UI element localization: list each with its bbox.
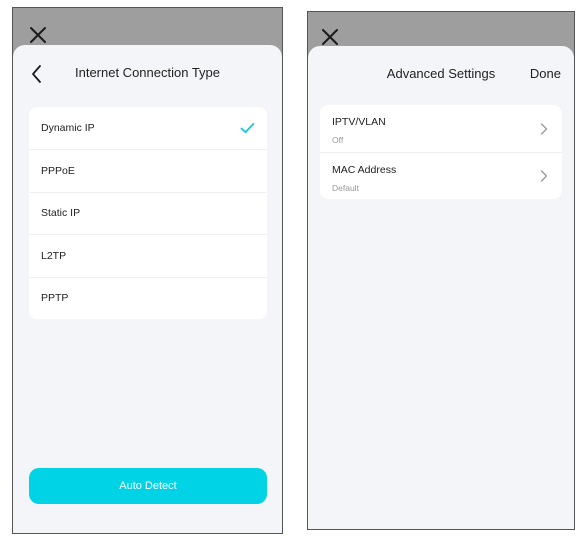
done-button[interactable]: Done xyxy=(530,66,561,81)
advanced-settings-list: IPTV/VLAN Off MAC Address Default xyxy=(320,105,562,199)
option-l2tp[interactable]: L2TP xyxy=(29,234,267,276)
option-label: PPTP xyxy=(41,292,69,305)
advanced-settings-screen: Advanced Settings Done IPTV/VLAN Off MAC… xyxy=(307,11,575,530)
checkmark-icon xyxy=(240,122,255,134)
connection-type-screen: Internet Connection Type Dynamic IP PPPo… xyxy=(12,7,283,534)
page-title: Internet Connection Type xyxy=(74,65,221,80)
item-value: Off xyxy=(332,135,344,145)
bottom-sheet: Advanced Settings Done IPTV/VLAN Off MAC… xyxy=(308,46,574,529)
chevron-right-icon xyxy=(540,122,548,135)
connection-type-list: Dynamic IP PPPoE Static IP L2TP PPTP xyxy=(29,107,267,319)
option-label: Static IP xyxy=(41,207,81,220)
item-title: IPTV/VLAN xyxy=(332,116,386,128)
item-value: Default xyxy=(332,183,359,193)
option-pptp[interactable]: PPTP xyxy=(29,276,267,319)
option-static-ip[interactable]: Static IP xyxy=(29,191,267,234)
item-title: MAC Address xyxy=(332,164,397,176)
option-pppoe[interactable]: PPPoE xyxy=(29,149,267,191)
chevron-right-icon xyxy=(540,170,548,183)
close-icon[interactable] xyxy=(26,23,50,47)
option-label: L2TP xyxy=(41,249,67,262)
iptv-vlan-item[interactable]: IPTV/VLAN Off xyxy=(320,105,562,152)
sheet-header: Internet Connection Type xyxy=(13,59,282,85)
auto-detect-button[interactable]: Auto Detect xyxy=(29,468,267,504)
sheet-header: Advanced Settings Done xyxy=(308,60,574,86)
option-label: Dynamic IP xyxy=(41,122,95,135)
bottom-sheet: Internet Connection Type Dynamic IP PPPo… xyxy=(13,45,282,533)
option-dynamic-ip[interactable]: Dynamic IP xyxy=(29,107,267,149)
option-label: PPPoE xyxy=(41,165,75,178)
mac-address-item[interactable]: MAC Address Default xyxy=(320,152,562,199)
